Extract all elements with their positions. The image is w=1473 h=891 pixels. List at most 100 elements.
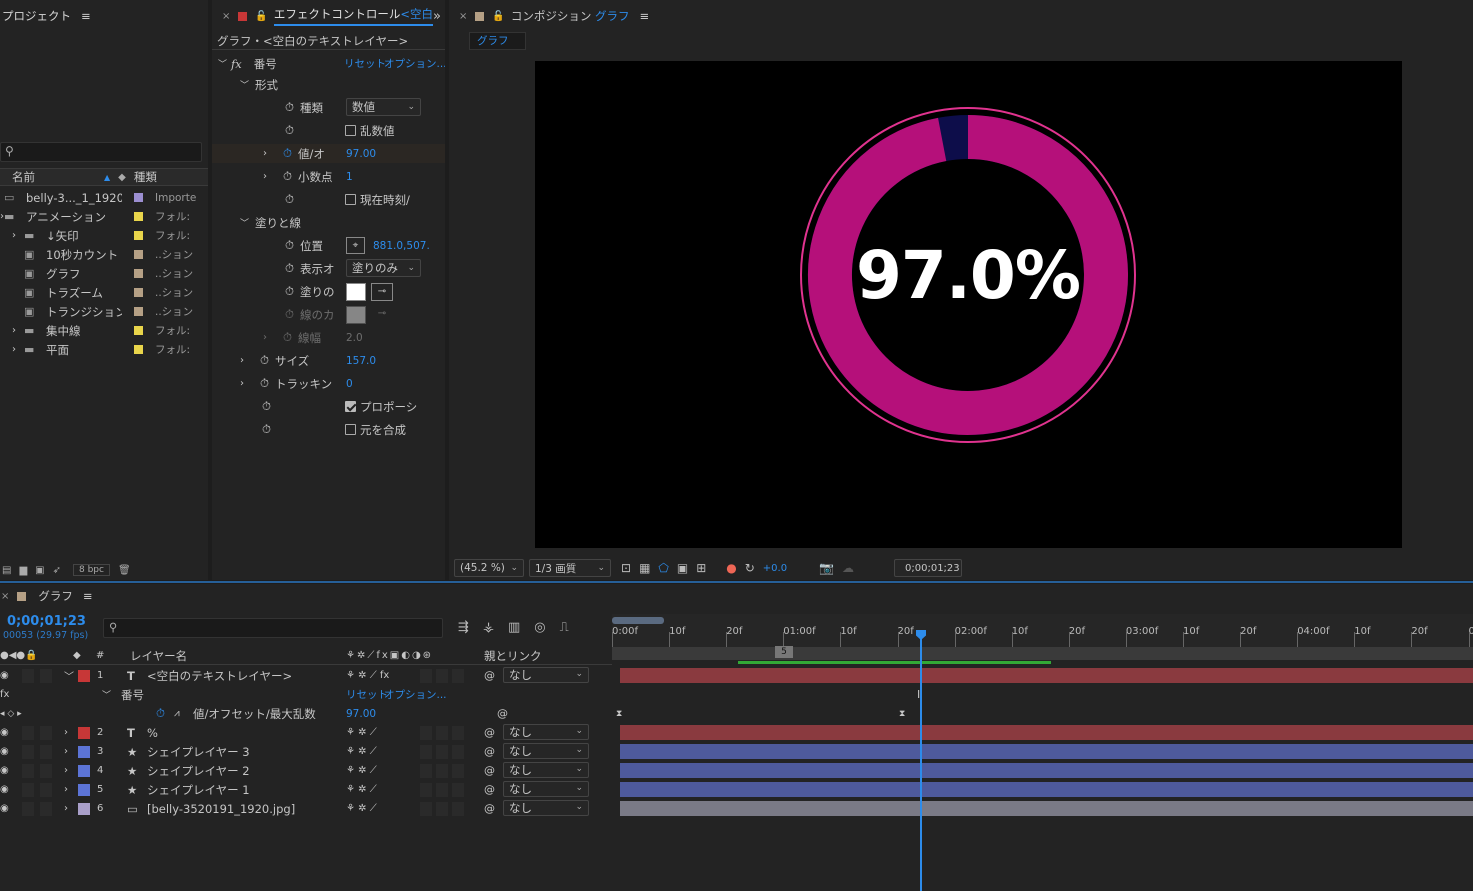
chevron-down-icon[interactable]: ﹀ — [240, 78, 249, 91]
project-item[interactable]: ▣ トラズーム ..ション — [0, 283, 208, 302]
solo-icon[interactable] — [22, 801, 34, 816]
time-ruler[interactable]: 0:00f 10f 20f 01:00f 10f 20f 02:00f 10f 20f 03:00… — [612, 614, 1473, 660]
composition-tab[interactable]: コンポジション グラフ — [511, 8, 630, 24]
lock-toggle[interactable] — [40, 782, 52, 797]
format-group-row[interactable]: ﹀ 形式 — [212, 75, 445, 94]
hide-shy-layers-icon[interactable]: ▥ — [508, 620, 520, 635]
panel-menu-icon[interactable]: ≡ — [81, 9, 91, 23]
eye-icon[interactable]: ◉ — [0, 765, 9, 776]
layer-switches[interactable]: ⚘ ✲ ⟋ — [346, 727, 377, 738]
layer-duration-bar[interactable] — [620, 744, 1473, 759]
proportional-checkbox[interactable] — [345, 401, 356, 412]
chevron-right-icon[interactable]: › — [64, 784, 68, 795]
pickwhip-icon[interactable]: @ — [484, 802, 495, 815]
stopwatch-icon[interactable]: ⏱ — [262, 399, 271, 414]
parent-dropdown[interactable]: なし ⌄ — [503, 724, 589, 740]
timeline-timecode[interactable]: 0;00;01;23 — [7, 614, 86, 629]
display-dropdown[interactable]: 塗りのみ ⌄ — [346, 259, 421, 277]
size-field[interactable]: 157.0 — [346, 355, 376, 367]
value-field[interactable]: 97.00 — [346, 148, 376, 160]
chevron-right-icon[interactable]: › — [64, 765, 68, 776]
layer-switches[interactable]: ⚘ ✲ ⟋ — [346, 765, 377, 776]
pickwhip-icon[interactable]: @ — [484, 669, 495, 682]
random-checkbox[interactable] — [345, 125, 356, 136]
layer-row[interactable]: ◉ ﹀ 1 T <空白のテキストレイヤー> ⚘ ✲ ⟋ fx @ なし ⌄ — [0, 666, 1473, 685]
chevron-right-icon[interactable]: › — [64, 746, 68, 757]
work-area-bar[interactable] — [612, 617, 664, 624]
layer-duration-bar[interactable] — [620, 725, 1473, 740]
chevron-right-icon[interactable]: › — [263, 171, 267, 182]
keyframe-marker[interactable]: ⧗ — [616, 709, 622, 719]
chevron-right-icon[interactable]: › — [12, 325, 16, 336]
current-time-display[interactable]: 0;00;01;23 — [894, 559, 962, 577]
layer-switch-boxes[interactable] — [420, 725, 464, 740]
project-search-field[interactable]: ⚲ — [0, 142, 202, 162]
draft-3d-icon[interactable]: ⚶ — [483, 620, 494, 635]
layer-duration-bar[interactable] — [620, 668, 1473, 683]
solo-icon[interactable] — [22, 763, 34, 778]
project-item-label-swatch[interactable] — [134, 326, 143, 335]
project-item[interactable]: ▣ グラフ ..ション — [0, 264, 208, 283]
eye-icon[interactable]: ◉ — [0, 727, 9, 738]
lock-icon[interactable]: 🔓 — [255, 11, 267, 22]
column-layer-name-header[interactable]: レイヤー名 — [130, 648, 187, 664]
eye-icon[interactable]: ◉ — [0, 670, 9, 681]
layer-switches[interactable]: ⚘ ✲ ⟋ — [346, 746, 377, 757]
quality-dropdown[interactable]: 1/3 画質 ⌄ — [529, 559, 611, 577]
project-item[interactable]: › ▬ アニメーション フォル: — [0, 207, 208, 226]
stopwatch-icon[interactable]: ⏱ — [285, 238, 294, 253]
sub-property-value[interactable]: 97.00 — [346, 708, 376, 720]
kind-dropdown[interactable]: 数値 ⌄ — [346, 98, 421, 116]
composite-checkbox-wrap[interactable]: 元を合成 — [345, 422, 406, 438]
exposure-value[interactable]: +0.0 — [763, 563, 787, 574]
chevron-right-icon[interactable]: › — [240, 355, 244, 366]
stopwatch-icon[interactable]: ⏱ — [285, 192, 294, 207]
fill-color-swatch[interactable] — [346, 282, 366, 301]
decimal-field[interactable]: 1 — [346, 171, 353, 183]
layer-switch-boxes[interactable] — [420, 744, 464, 759]
stopwatch-icon[interactable]: ⏱ — [260, 353, 269, 368]
project-item[interactable]: ▣ トランジション ..ション — [0, 302, 208, 321]
layer-duration-bar[interactable] — [620, 801, 1473, 816]
reset-exposure-icon[interactable]: ↻ — [745, 561, 755, 575]
layer-switch-boxes[interactable] — [420, 782, 464, 797]
new-folder-icon[interactable]: ▆ — [19, 565, 27, 576]
timeline-tab[interactable]: グラフ — [38, 588, 73, 604]
position-field[interactable]: 881.0,507.0 — [373, 240, 429, 252]
snapshot-icon[interactable]: 📷 — [819, 561, 834, 575]
fx-reset-link[interactable]: リセット — [344, 56, 386, 71]
proportional-checkbox-wrap[interactable]: プロポーシ — [345, 399, 417, 415]
project-item-label-swatch[interactable] — [134, 288, 143, 297]
parent-dropdown[interactable]: なし ⌄ — [503, 743, 589, 759]
project-item[interactable]: › ▬ 平面 フォル: — [0, 340, 208, 359]
layer-switches[interactable]: ⚘ ✲ ⟋ fx — [346, 670, 389, 681]
stopwatch-active-icon[interactable]: ⏱ — [283, 146, 292, 161]
layer-label-swatch[interactable] — [78, 764, 90, 777]
layer-row[interactable]: ◉ › 5 ★ シェイプレイヤー 1 ⚘ ✲ ⟋ @ なし ⌄ — [0, 780, 1473, 799]
pickwhip-icon[interactable]: @ — [497, 707, 508, 720]
project-item-label-swatch[interactable] — [134, 212, 143, 221]
project-tab[interactable]: プロジェクト — [2, 8, 71, 24]
stopwatch-active-icon[interactable]: ⏱ — [156, 706, 165, 721]
effect-controls-tab[interactable]: エフェクトコントロール<空白 — [273, 6, 433, 26]
layer-row[interactable]: ◉ › 4 ★ シェイプレイヤー 2 ⚘ ✲ ⟋ @ なし ⌄ — [0, 761, 1473, 780]
layer-label-swatch[interactable] — [78, 726, 90, 739]
composition-flowchart-icon[interactable]: ⇶ — [458, 620, 469, 635]
project-item-label-swatch[interactable] — [134, 307, 143, 316]
sub-reset-link[interactable]: リセット — [346, 687, 388, 702]
solo-icon[interactable] — [22, 782, 34, 797]
layer-row[interactable]: ◉ › 6 ▭ [belly-3520191_1920.jpg] ⚘ ✲ ⟋ @ なし ⌄ — [0, 799, 1473, 818]
project-item[interactable]: › ▬ ↓矢印 フォル: — [0, 226, 208, 245]
eye-icon[interactable]: ◉ — [0, 803, 9, 814]
fast-preview-icon[interactable]: ⊡ — [621, 561, 631, 575]
current-time-checkbox[interactable] — [345, 194, 356, 205]
project-item-label-swatch[interactable] — [134, 231, 143, 240]
stopwatch-icon[interactable]: ⏱ — [285, 261, 294, 276]
pickwhip-icon[interactable]: @ — [484, 726, 495, 739]
layer-label-swatch[interactable] — [78, 802, 90, 815]
column-type-header[interactable]: 種類 — [134, 169, 157, 185]
lock-toggle[interactable] — [40, 801, 52, 816]
project-item-label-swatch[interactable] — [134, 193, 143, 202]
layer-row[interactable]: ◉ › 3 ★ シェイプレイヤー 3 ⚘ ✲ ⟋ @ なし ⌄ — [0, 742, 1473, 761]
layer-label-swatch[interactable] — [78, 745, 90, 758]
